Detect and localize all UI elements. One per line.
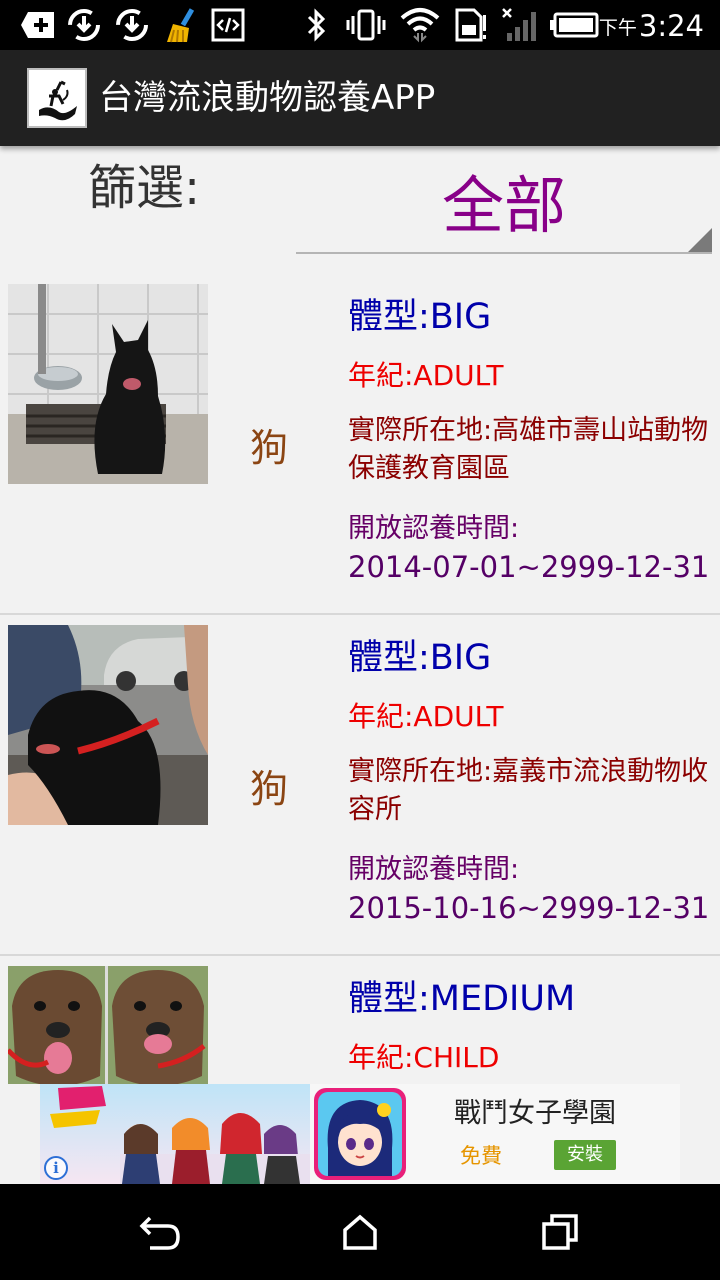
- animal-photo: [8, 625, 208, 825]
- back-button[interactable]: [130, 1204, 190, 1260]
- animal-species: 狗: [250, 767, 289, 811]
- sync-icon: [112, 8, 152, 42]
- clock-period: 下午: [598, 17, 637, 39]
- filter-spinner[interactable]: 全部: [296, 158, 712, 254]
- animal-age: 年紀:ADULT: [348, 700, 504, 733]
- dropdown-arrow-icon: [688, 228, 712, 252]
- cleaner-broom-icon: [160, 8, 200, 43]
- app-bar: 台灣流浪動物認養APP: [0, 50, 720, 146]
- animal-info: 體型:BIG 年紀:ADULT 實際所在地:嘉義市流浪動物收容所 開放認養時間:…: [348, 633, 718, 927]
- wifi-icon: [398, 8, 442, 43]
- ad-price: 免費: [460, 1144, 502, 1168]
- adoption-period-dates: 2015-10-16~2999-12-31: [348, 891, 710, 925]
- recent-apps-icon: [542, 1214, 578, 1250]
- developer-code-icon: [208, 8, 248, 42]
- ad-banner-area: i 戰鬥女子學園 免費 安裝: [0, 1084, 720, 1184]
- ad-app-icon: [314, 1088, 406, 1180]
- animal-location: 實際所在地:嘉義市流浪動物收容所: [348, 756, 709, 825]
- animal-info: 體型:MEDIUM 年紀:CHILD: [348, 974, 718, 1078]
- filter-selected-value: 全部: [441, 169, 566, 242]
- sim-card-icon: [452, 8, 490, 42]
- bluetooth-icon: [302, 8, 332, 42]
- ad-banner[interactable]: i 戰鬥女子學園 免費 安裝: [40, 1084, 680, 1184]
- animal-info: 體型:BIG 年紀:ADULT 實際所在地:高雄市壽山站動物保護教育園區 開放認…: [348, 292, 718, 586]
- animal-size: 體型:MEDIUM: [348, 979, 576, 1019]
- sync-icon: [64, 8, 104, 42]
- animal-list-item[interactable]: 體型:MEDIUM 年紀:CHILD: [0, 956, 720, 1084]
- signal-icon: [500, 8, 540, 42]
- animal-photo: [8, 966, 208, 1084]
- animal-species: 狗: [250, 426, 289, 470]
- adoption-period-dates: 2014-07-01~2999-12-31: [348, 550, 710, 584]
- app-title: 台灣流浪動物認養APP: [99, 78, 436, 118]
- status-bar: 下午 3:24: [0, 0, 720, 50]
- ad-title: 戰鬥女子學園: [454, 1098, 616, 1129]
- adoption-period-label: 開放認養時間:: [348, 854, 520, 885]
- animal-list-item[interactable]: 狗 體型:BIG 年紀:ADULT 實際所在地:嘉義市流浪動物收容所 開放認養時…: [0, 615, 720, 956]
- animal-age: 年紀:CHILD: [348, 1041, 500, 1074]
- navigation-bar: [0, 1184, 720, 1280]
- animal-size: 體型:BIG: [348, 638, 492, 678]
- animal-age: 年紀:ADULT: [348, 359, 504, 392]
- screen: 下午 3:24 台灣流浪動物認養APP 篩選: 全部 狗 體型:BIG 年紀:A…: [0, 0, 720, 1280]
- home-button[interactable]: [330, 1204, 390, 1260]
- adoption-period-label: 開放認養時間:: [348, 513, 520, 544]
- ad-info-icon[interactable]: i: [44, 1156, 68, 1180]
- animal-size: 體型:BIG: [348, 297, 492, 337]
- animal-list[interactable]: 狗 體型:BIG 年紀:ADULT 實際所在地:高雄市壽山站動物保護教育園區 開…: [0, 274, 720, 1084]
- back-icon: [139, 1216, 180, 1250]
- vibrate-icon: [344, 8, 388, 42]
- ad-artwork: i: [40, 1084, 310, 1184]
- clock: 下午 3:24: [599, 8, 704, 42]
- filter-label: 篩選:: [88, 160, 201, 216]
- clock-time: 3:24: [638, 9, 704, 43]
- app-logo-icon: [27, 68, 87, 128]
- home-icon: [343, 1214, 377, 1250]
- recent-apps-button[interactable]: [530, 1204, 590, 1260]
- add-icon: [18, 8, 58, 42]
- animal-location: 實際所在地:高雄市壽山站動物保護教育園區: [348, 415, 709, 484]
- animal-list-item[interactable]: 狗 體型:BIG 年紀:ADULT 實際所在地:高雄市壽山站動物保護教育園區 開…: [0, 274, 720, 615]
- ad-install-button[interactable]: 安裝: [554, 1140, 616, 1170]
- battery-icon: [548, 8, 600, 42]
- animal-photo: [8, 284, 208, 484]
